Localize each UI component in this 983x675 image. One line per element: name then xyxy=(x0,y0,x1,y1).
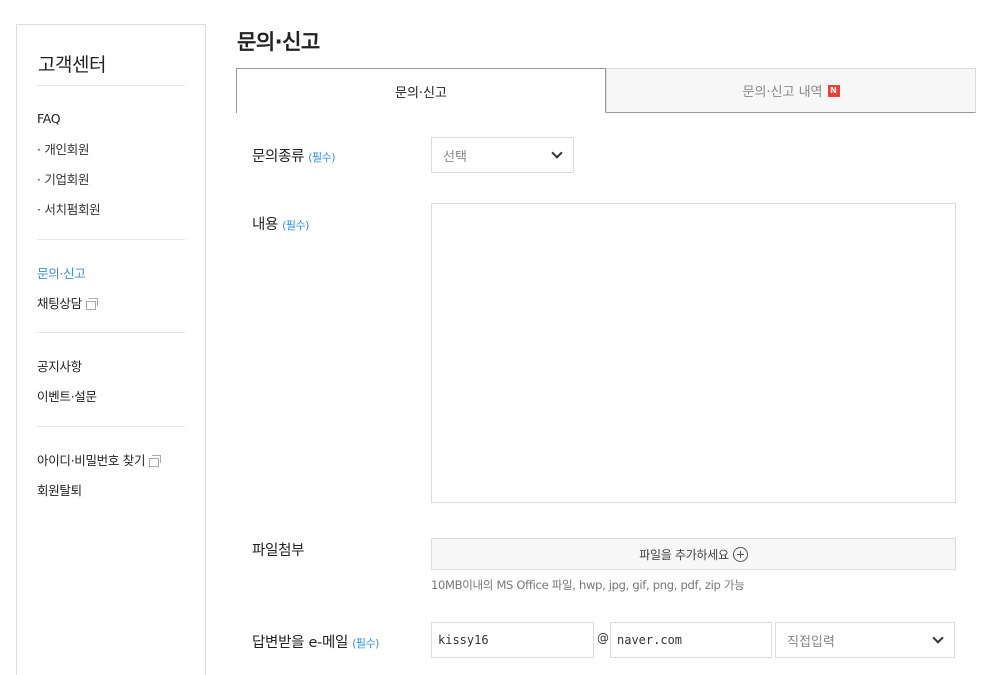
sidebar-item-inquiry-report[interactable]: 문의·신고 xyxy=(37,263,86,282)
inquiry-type-select[interactable]: 선택 xyxy=(431,137,574,173)
tab-label: 문의·신고 xyxy=(395,85,447,101)
email-domain-input[interactable] xyxy=(610,622,772,658)
tab-bar: 문의·신고 문의·신고 내역 N xyxy=(236,68,976,113)
file-note: 10MB이내의 MS Office 파일, hwp, jpg, gif, png… xyxy=(431,578,745,592)
sidebar-item-faq[interactable]: FAQ xyxy=(37,111,61,126)
field-label: 파일첨부 xyxy=(252,543,305,559)
tab-inquiry-history[interactable]: 문의·신고 내역 N xyxy=(606,68,976,113)
email-local-input[interactable] xyxy=(431,622,594,658)
inquiry-type-label: 문의종류 (필수) xyxy=(252,145,335,166)
sidebar-item-withdraw[interactable]: 회원탈퇴 xyxy=(37,480,82,499)
new-window-icon xyxy=(149,455,162,467)
sidebar-divider xyxy=(37,239,185,240)
sidebar-item-corporate-member[interactable]: · 기업회원 xyxy=(37,169,89,188)
tab-label: 문의·신고 내역 xyxy=(742,85,823,100)
content-label: 내용 (필수) xyxy=(252,213,309,234)
attachment-label: 파일첨부 xyxy=(252,539,304,560)
sidebar-item-notice[interactable]: 공지사항 xyxy=(37,356,82,375)
sidebar-title: 고객센터 xyxy=(38,54,106,76)
sidebar-divider xyxy=(37,332,185,333)
field-label: 답변받을 e-메일 xyxy=(252,635,349,651)
tab-inquiry-report[interactable]: 문의·신고 xyxy=(236,68,606,113)
sidebar-divider xyxy=(37,426,185,427)
required-mark: (필수) xyxy=(352,637,379,650)
content-textarea[interactable] xyxy=(431,203,956,503)
sidebar-item-personal-member[interactable]: · 개인회원 xyxy=(37,139,89,158)
email-label: 답변받을 e-메일 (필수) xyxy=(252,631,379,652)
sidebar-item-find-id-password[interactable]: 아이디·비밀번호 찾기 xyxy=(37,450,162,469)
chevron-down-icon xyxy=(932,632,944,644)
sidebar-item-label: 아이디·비밀번호 찾기 xyxy=(37,453,146,468)
sidebar-item-event-survey[interactable]: 이벤트·설문 xyxy=(37,386,97,405)
plus-circle-icon xyxy=(732,546,748,562)
new-window-icon xyxy=(85,298,98,310)
sidebar-divider xyxy=(37,85,185,86)
at-sign: @ xyxy=(597,631,609,645)
sidebar-item-searchfirm-member[interactable]: · 서치펌회원 xyxy=(37,199,101,218)
add-file-label: 파일을 추가하세요 xyxy=(639,547,729,562)
select-value: 선택 xyxy=(443,149,467,165)
email-domain-select[interactable]: 직접입력 xyxy=(775,622,955,658)
required-mark: (필수) xyxy=(282,219,309,232)
sidebar-item-label: 채팅상담 xyxy=(37,296,82,311)
field-label: 문의종류 xyxy=(252,149,305,165)
add-file-button[interactable]: 파일을 추가하세요 xyxy=(431,538,956,570)
required-mark: (필수) xyxy=(308,151,335,164)
chevron-down-icon xyxy=(551,147,563,159)
select-value: 직접입력 xyxy=(787,634,835,650)
field-label: 내용 xyxy=(252,217,279,233)
page-title: 문의·신고 xyxy=(237,30,320,54)
sidebar-item-chat-consult[interactable]: 채팅상담 xyxy=(37,293,98,312)
sidebar: 고객센터 FAQ · 개인회원 · 기업회원 · 서치펌회원 문의·신고 채팅상… xyxy=(16,24,206,675)
new-badge: N xyxy=(827,84,840,97)
